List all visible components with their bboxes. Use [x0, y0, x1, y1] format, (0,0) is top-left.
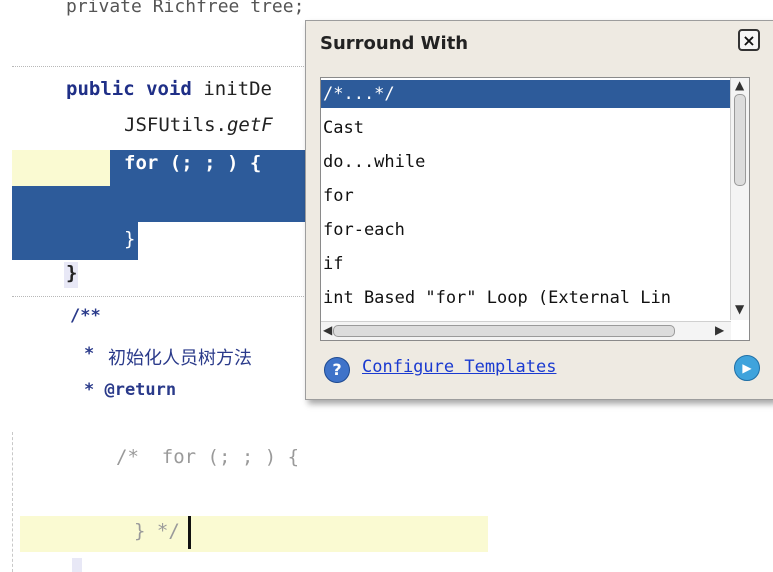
code-line-for: for (; ; ) { [124, 152, 262, 174]
code-close-brace-inner: } [124, 228, 136, 250]
javadoc-star: * [84, 344, 95, 364]
list-item-comment[interactable]: /*...*/ [321, 80, 731, 108]
method-name: initDe [203, 78, 272, 100]
current-line-highlight [20, 516, 488, 552]
selection-line-3-left [12, 222, 110, 260]
scroll-left-arrow-icon[interactable]: ◀ [323, 323, 332, 337]
text-caret [188, 516, 191, 549]
vertical-scrollbar[interactable]: ▲ ▼ [730, 78, 749, 320]
javadoc-return: * @return [84, 380, 177, 400]
list-item-cast[interactable]: Cast [321, 112, 731, 144]
close-button[interactable]: × [738, 29, 760, 51]
popup-title: Surround With [320, 33, 469, 54]
code-close-brace-outer: } [66, 262, 78, 284]
list-item-int-based-for[interactable]: int Based "for" Loop (External Lin [321, 282, 731, 314]
horizontal-scroll-thumb[interactable] [333, 325, 675, 337]
commented-close-line: } */ [134, 520, 180, 542]
code-line-jsfutils: JSFUtils.getF [124, 114, 273, 136]
gutter-line [12, 432, 14, 572]
list-item-for[interactable]: for [321, 180, 731, 212]
method-separator-2 [12, 296, 312, 297]
code-line-method-signature: public void initDe [66, 78, 272, 100]
current-line-gutter-highlight [12, 150, 110, 186]
commented-for-line: /* for (; ; ) { [116, 446, 300, 468]
scroll-down-arrow-icon[interactable]: ▼ [735, 302, 744, 316]
javadoc-open: /** [70, 306, 101, 326]
configure-templates-link[interactable]: Configure Templates [362, 357, 556, 377]
editor-lower[interactable]: /* for (; ; ) { } */ [12, 432, 488, 572]
selection-line-2 [12, 186, 306, 222]
template-list[interactable]: /*...*/ Cast do...while for for-each if … [320, 77, 750, 341]
method-separator [12, 66, 312, 67]
keyword-void: void [146, 78, 192, 100]
chinese-comment: 初始化人员树方法 [108, 348, 252, 369]
list-item-for-each[interactable]: for-each [321, 214, 731, 246]
surround-with-popup: Surround With × /*...*/ Cast do...while … [305, 20, 773, 400]
horizontal-scrollbar[interactable]: ◀ ▶ [321, 321, 731, 340]
help-icon[interactable]: ? [324, 357, 350, 383]
list-item-if[interactable]: if [321, 248, 731, 280]
keyword-public: public [66, 78, 135, 100]
jsf-prefix: JSFUtils. [124, 114, 227, 136]
scroll-right-arrow-icon[interactable]: ▶ [715, 323, 724, 337]
brace-marker [72, 558, 82, 572]
code-line-private: private Richfree tree; [66, 0, 305, 17]
list-item-do-while[interactable]: do...while [321, 146, 731, 178]
jsf-method: getF [226, 114, 273, 136]
vertical-scroll-thumb[interactable] [734, 94, 746, 186]
scroll-up-arrow-icon[interactable]: ▲ [735, 78, 744, 92]
go-arrow-icon[interactable]: ▶ [734, 355, 760, 381]
